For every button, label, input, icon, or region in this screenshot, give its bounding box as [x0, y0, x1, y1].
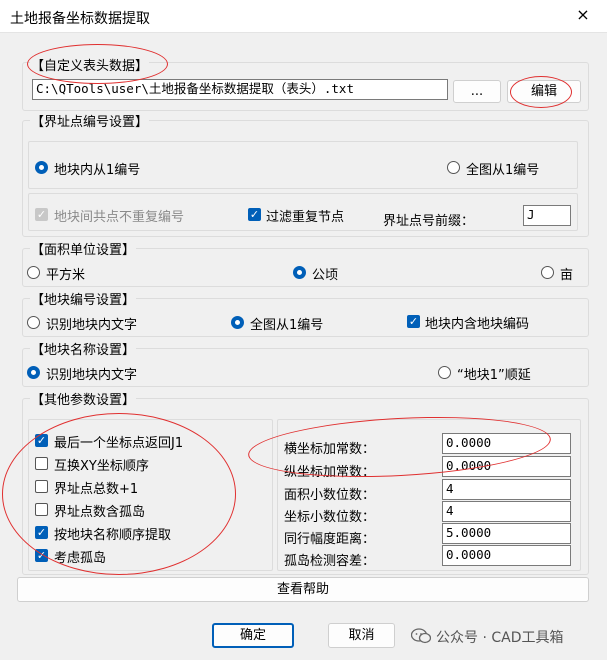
other-group-legend: 【其他参数设置】: [30, 389, 137, 408]
radio-area-sqm-label: 平方米: [46, 268, 86, 283]
radio-block-numbering[interactable]: [35, 161, 48, 174]
block-number-group-legend: 【地块编号设置】: [30, 289, 137, 308]
param-island-tolerance-label: 孤岛检测容差：: [284, 554, 376, 569]
help-button[interactable]: 查看帮助: [17, 577, 589, 602]
radio-block-numbering-label: 地块内从1编号: [54, 163, 141, 178]
watermark-text: 公众号 · CAD工具箱: [436, 630, 564, 646]
radio-block-number-global-label: 全图从1编号: [250, 318, 324, 333]
check-shared-points: ✓: [35, 208, 48, 221]
radio-block-name-sequence[interactable]: [438, 366, 451, 379]
param-row-distance-label: 同行幅度距离：: [284, 532, 376, 547]
radio-area-hectare-label: 公顷: [312, 268, 339, 283]
radio-area-hectare[interactable]: [293, 266, 306, 279]
radio-global-numbering-label: 全图从1编号: [466, 163, 540, 178]
radio-block-name-sequence-label: “地块1”顺延: [457, 368, 531, 383]
prefix-input[interactable]: J: [523, 205, 571, 226]
check-block-code-label: 地块内含地块编码: [425, 317, 530, 332]
check-filter-duplicates[interactable]: ✓: [248, 208, 261, 221]
window-title: 土地报备坐标数据提取: [10, 11, 150, 27]
check-filter-duplicates-label: 过滤重复节点: [266, 210, 345, 225]
param-area-decimals-input[interactable]: 4: [442, 479, 571, 500]
close-icon[interactable]: ×: [572, 4, 594, 26]
ok-button[interactable]: 确定: [212, 623, 294, 648]
radio-area-sqm[interactable]: [27, 266, 40, 279]
radio-block-name-text[interactable]: [27, 366, 40, 379]
check-shared-points-label: 地块间共点不重复编号: [54, 210, 185, 225]
area-group-legend: 【面积单位设置】: [30, 239, 137, 258]
boundary-group-legend: 【界址点编号设置】: [30, 111, 150, 130]
param-island-tolerance-input[interactable]: 0.0000: [442, 545, 571, 566]
radio-block-number-text[interactable]: [27, 316, 40, 329]
radio-area-mu-label: 亩: [560, 268, 574, 283]
check-block-code[interactable]: ✓: [407, 315, 420, 328]
param-row-distance-input[interactable]: 5.0000: [442, 523, 571, 544]
wechat-icon: [410, 628, 432, 644]
prefix-label: 界址点号前缀：: [383, 214, 475, 229]
radio-global-numbering[interactable]: [447, 161, 460, 174]
annotation-header-legend: [27, 44, 168, 84]
cancel-button[interactable]: 取消: [328, 623, 395, 648]
annotation-edit-button: [510, 76, 572, 108]
radio-block-number-global[interactable]: [231, 316, 244, 329]
param-area-decimals-label: 面积小数位数：: [284, 488, 376, 503]
param-coord-decimals-label: 坐标小数位数：: [284, 510, 376, 525]
annotation-checks: [2, 413, 236, 575]
browse-button[interactable]: ...: [453, 80, 501, 103]
radio-block-number-text-label: 识别地块内文字: [46, 318, 138, 333]
radio-area-mu[interactable]: [541, 266, 554, 279]
block-name-group-legend: 【地块名称设置】: [30, 339, 137, 358]
param-coord-decimals-input[interactable]: 4: [442, 501, 571, 522]
radio-block-name-text-label: 识别地块内文字: [46, 368, 138, 383]
